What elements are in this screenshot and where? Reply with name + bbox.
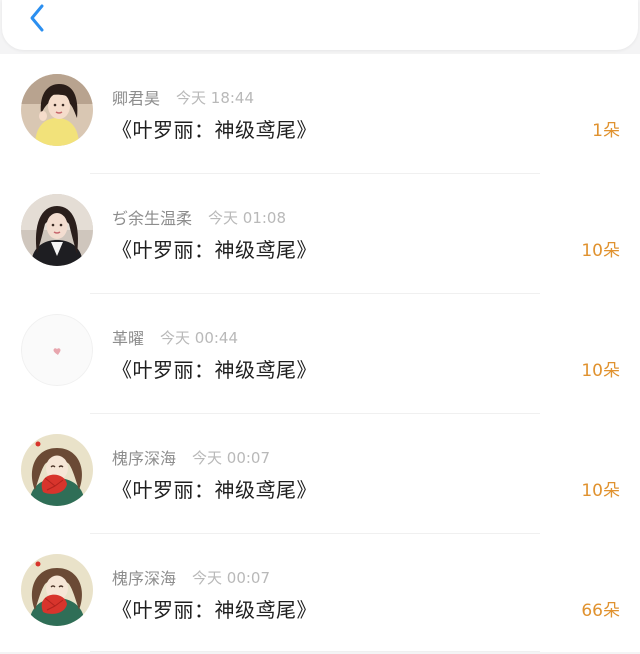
- row-divider: [90, 651, 540, 652]
- username[interactable]: 革曜: [112, 325, 144, 349]
- avatar[interactable]: [21, 74, 93, 146]
- item-meta: 槐序深海 今天 00:07: [112, 565, 271, 589]
- flower-count: 10朵: [581, 361, 620, 381]
- timestamp: 今天 00:44: [160, 328, 239, 347]
- username[interactable]: 槐序深海: [112, 445, 176, 469]
- avatar[interactable]: [21, 554, 93, 626]
- timestamp: 今天 18:44: [176, 88, 255, 107]
- flower-count: 1朵: [592, 121, 620, 141]
- username[interactable]: ぢ余生温柔: [112, 205, 192, 229]
- timestamp: 今天 00:07: [192, 448, 271, 467]
- book-title[interactable]: 《叶罗丽：神级鸢尾》: [112, 234, 317, 263]
- username[interactable]: 槐序深海: [112, 565, 176, 589]
- chevron-left-icon: [30, 4, 44, 32]
- avatar[interactable]: [21, 314, 93, 386]
- avatar[interactable]: [21, 194, 93, 266]
- list-item[interactable]: 槐序深海 今天 00:07 《叶罗丽：神级鸢尾》 66朵: [0, 534, 640, 652]
- flower-count: 66朵: [581, 601, 620, 621]
- gift-record-list: 卿君昊 今天 18:44 《叶罗丽：神级鸢尾》 1朵 ぢ余生温柔 今天 01:0…: [0, 54, 640, 652]
- flower-count: 10朵: [581, 481, 620, 501]
- list-item[interactable]: ぢ余生温柔 今天 01:08 《叶罗丽：神级鸢尾》 10朵: [0, 174, 640, 294]
- app-screen: 卿君昊 今天 18:44 《叶罗丽：神级鸢尾》 1朵 ぢ余生温柔 今天 01:0…: [0, 0, 640, 654]
- list-item[interactable]: 革曜 今天 00:44 《叶罗丽：神级鸢尾》 10朵: [0, 294, 640, 414]
- book-title[interactable]: 《叶罗丽：神级鸢尾》: [112, 594, 317, 623]
- timestamp: 今天 00:07: [192, 568, 271, 587]
- flower-count: 10朵: [581, 241, 620, 261]
- top-bar: [2, 0, 638, 50]
- item-meta: ぢ余生温柔 今天 01:08: [112, 205, 287, 229]
- username[interactable]: 卿君昊: [112, 85, 160, 109]
- book-title[interactable]: 《叶罗丽：神级鸢尾》: [112, 114, 317, 143]
- item-meta: 槐序深海 今天 00:07: [112, 445, 271, 469]
- item-meta: 革曜 今天 00:44: [112, 325, 239, 349]
- avatar[interactable]: [21, 434, 93, 506]
- list-item[interactable]: 槐序深海 今天 00:07 《叶罗丽：神级鸢尾》 10朵: [0, 414, 640, 534]
- list-item[interactable]: 卿君昊 今天 18:44 《叶罗丽：神级鸢尾》 1朵: [0, 54, 640, 174]
- book-title[interactable]: 《叶罗丽：神级鸢尾》: [112, 354, 317, 383]
- book-title[interactable]: 《叶罗丽：神级鸢尾》: [112, 474, 317, 503]
- back-button[interactable]: [20, 0, 56, 36]
- timestamp: 今天 01:08: [208, 208, 287, 227]
- item-meta: 卿君昊 今天 18:44: [112, 85, 255, 109]
